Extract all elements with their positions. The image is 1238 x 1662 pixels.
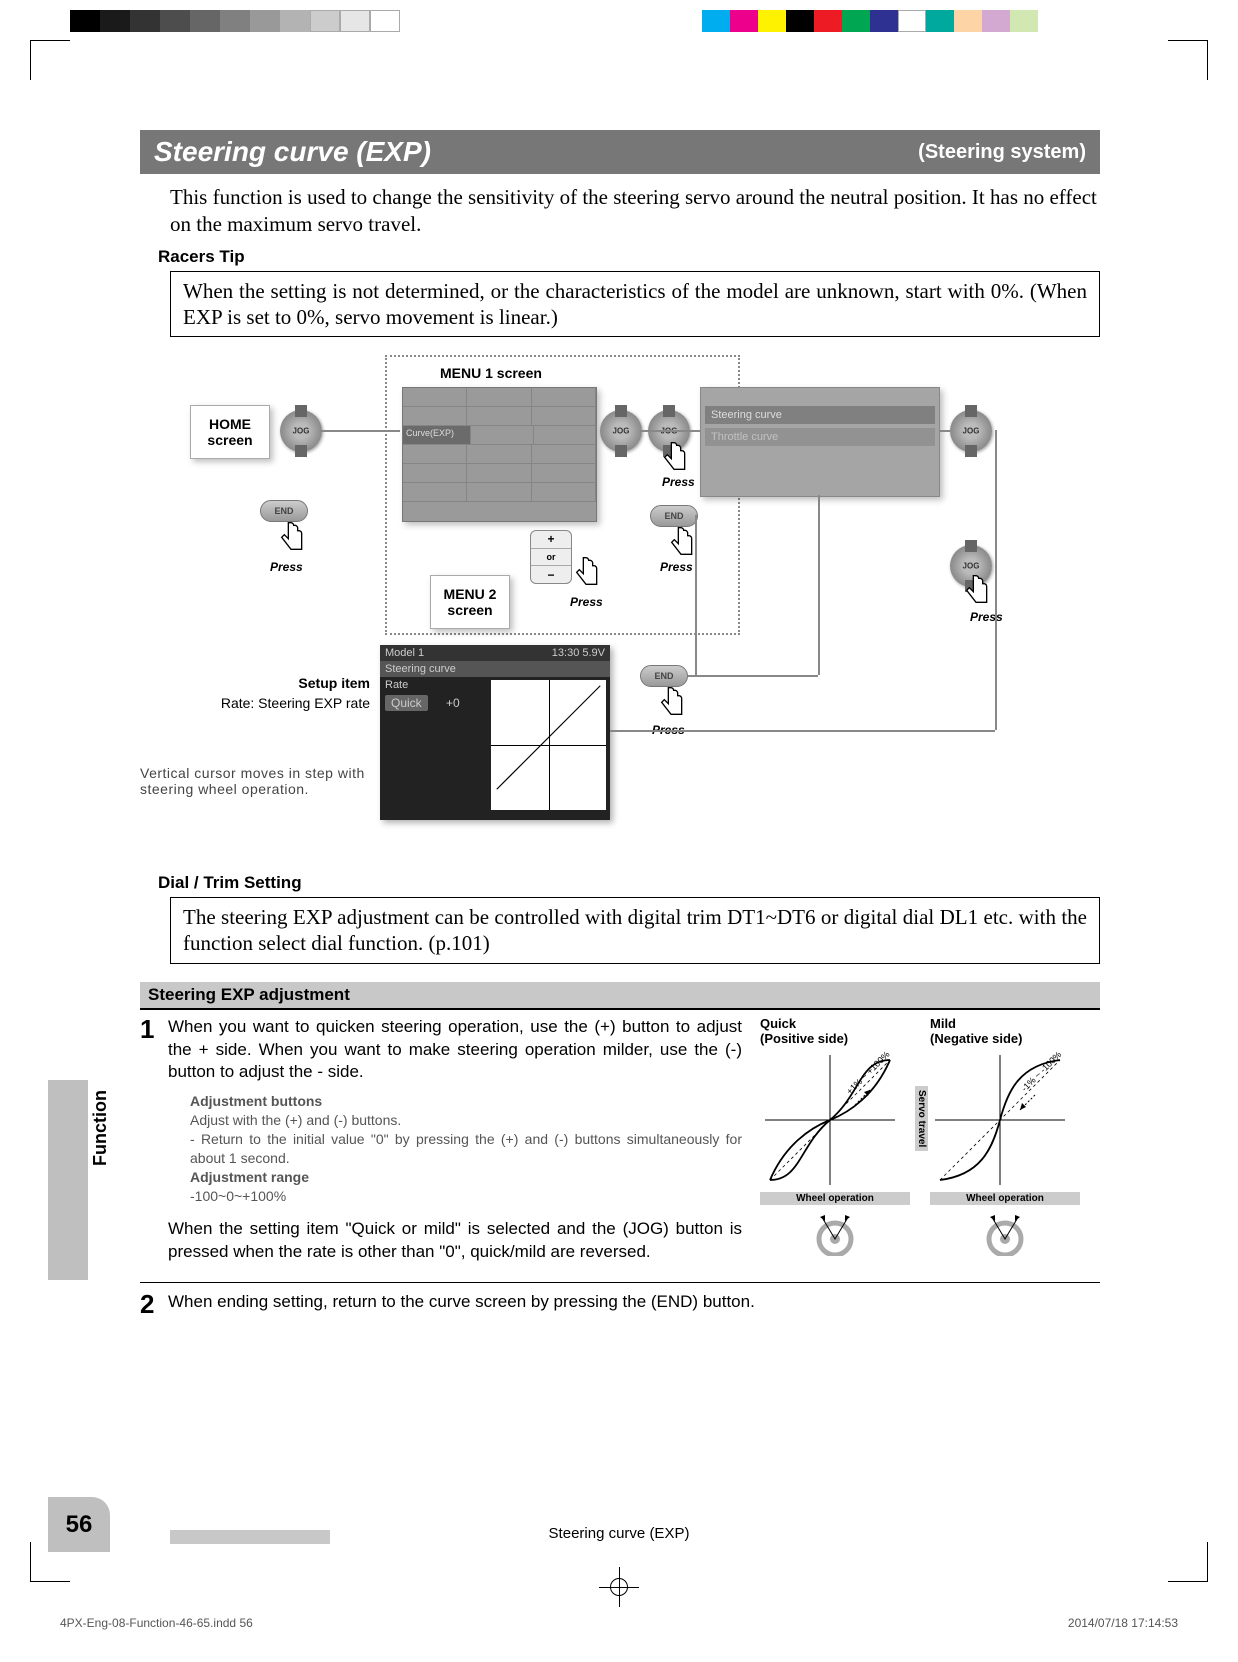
- setup-screen-thumb: Model 1 13:30 5.9V Steering curve Rate Q…: [380, 645, 610, 820]
- end-button-icon: END: [260, 500, 308, 522]
- plus-minus-button-icon: + or −: [530, 530, 572, 584]
- jog-icon: JOG: [600, 410, 642, 452]
- divider: [140, 1282, 1100, 1283]
- adjustment-buttons-note: Adjustment buttons Adjust with the (+) a…: [190, 1092, 742, 1205]
- setup-subtitle: Steering curve: [380, 661, 610, 677]
- jog-icon: JOG: [280, 410, 322, 452]
- end-button-icon: END: [650, 505, 698, 527]
- curve-diagrams: Quick (Positive side) +1% ~ +100%: [760, 1016, 1100, 1272]
- rate-value: +0: [446, 696, 460, 710]
- curve-exp-menu-item: Curve(EXP): [403, 426, 471, 444]
- wheel-op-label: Wheel operation: [760, 1192, 910, 1205]
- clock-voltage: 13:30 5.9V: [552, 647, 605, 659]
- hand-pointer-icon: [658, 440, 690, 480]
- intro-text: This function is used to change the sens…: [170, 184, 1100, 239]
- racers-tip-label: Racers Tip: [158, 247, 1100, 267]
- press-label: Press: [662, 475, 695, 489]
- crop-mark: [1168, 1542, 1208, 1582]
- hand-pointer-icon: [655, 685, 687, 725]
- menu1-label: MENU 1 screen: [440, 365, 542, 381]
- step-1b: When the setting item "Quick or mild" is…: [140, 1218, 742, 1264]
- step1b-text: When the setting item "Quick or mild" is…: [168, 1219, 742, 1261]
- home-screen-box: HOME screen: [190, 405, 270, 459]
- side-tab: [48, 1080, 88, 1280]
- or-label: or: [531, 549, 571, 567]
- crop-mark: [1168, 40, 1208, 80]
- dial-trim-box: The steering EXP adjustment can be contr…: [170, 897, 1100, 964]
- hand-pointer-icon: [665, 525, 697, 565]
- curve-menu-thumb: Steering curve Throttle curve: [700, 387, 940, 497]
- model-name: Model 1: [385, 647, 424, 659]
- quick-sublabel: (Positive side): [760, 1031, 910, 1046]
- servo-travel-label: Servo travel: [915, 1086, 928, 1151]
- page-number: 56: [48, 1497, 110, 1552]
- timestamp: 2014/07/18 17:14:53: [1068, 1616, 1178, 1630]
- steering-curve-row: Steering curve: [705, 406, 935, 424]
- throttle-curve-row: Throttle curve: [705, 428, 935, 446]
- racers-tip-box: When the setting is not determined, or t…: [170, 271, 1100, 338]
- footer-title: Steering curve (EXP): [549, 1525, 690, 1542]
- wheel-icon: [975, 1211, 1035, 1256]
- press-label: Press: [970, 610, 1003, 624]
- side-tab-label: Function: [90, 1090, 111, 1166]
- source-file: 4PX-Eng-08-Function-46-65.indd 56: [60, 1616, 253, 1630]
- jog-icon: JOG: [950, 410, 992, 452]
- mild-label: Mild: [930, 1016, 1080, 1031]
- printer-color-bars: [0, 10, 1238, 40]
- hand-pointer-icon: [275, 520, 307, 560]
- step-1: 1 When you want to quicken steering oper…: [140, 1016, 742, 1085]
- hand-pointer-icon: [960, 573, 992, 613]
- mild-curve-chart: -1% ~ -100%: [930, 1050, 1070, 1190]
- adjustment-header: Steering EXP adjustment: [140, 982, 1100, 1010]
- press-label: Press: [570, 595, 603, 609]
- quick-badge: Quick: [385, 695, 428, 711]
- step-number: 2: [140, 1287, 154, 1322]
- setup-graph: [491, 680, 606, 810]
- quick-curve-chart: +1% ~ +100%: [760, 1050, 900, 1190]
- step-number: 1: [140, 1012, 154, 1047]
- plus-label: +: [531, 531, 571, 549]
- press-label: Press: [270, 560, 303, 574]
- page-subtitle: (Steering system): [918, 141, 1086, 164]
- footer-bar: [170, 1530, 330, 1544]
- minus-range-label: -1% ~ -100%: [1019, 1050, 1063, 1093]
- dial-trim-label: Dial / Trim Setting: [158, 873, 1100, 893]
- wheel-icon: [805, 1211, 865, 1256]
- end-button-icon: END: [640, 665, 688, 687]
- navigation-diagram: MENU 1 screen HOME screen JOG Curve(EXP)…: [140, 345, 1100, 865]
- section-title-bar: Steering curve (EXP) (Steering system): [140, 130, 1100, 174]
- hand-pointer-icon: [570, 555, 602, 595]
- step2-text: When ending setting, return to the curve…: [168, 1292, 755, 1311]
- quick-label: Quick: [760, 1016, 910, 1031]
- minus-label: −: [531, 566, 571, 583]
- step-2: 2 When ending setting, return to the cur…: [140, 1291, 1100, 1314]
- setup-item-sub: Rate: Steering EXP rate: [140, 695, 370, 711]
- print-footer: 4PX-Eng-08-Function-46-65.indd 56 2014/0…: [60, 1616, 1178, 1630]
- setup-item-label: Setup item: [140, 675, 370, 691]
- page-title: Steering curve (EXP): [154, 136, 431, 168]
- registration-mark: [599, 1567, 639, 1607]
- cursor-note: Vertical cursor moves in step with steer…: [140, 765, 380, 797]
- press-label: Press: [660, 560, 693, 574]
- step1-text: When you want to quicken steering operat…: [168, 1017, 742, 1082]
- wheel-op-label: Wheel operation: [930, 1192, 1080, 1205]
- menu1-screen-thumb: Curve(EXP): [402, 387, 597, 522]
- menu2-screen-box: MENU 2 screen: [430, 575, 510, 629]
- menu2-label: MENU 2 screen: [444, 586, 497, 618]
- crop-mark: [30, 40, 70, 80]
- mild-sublabel: (Negative side): [930, 1031, 1080, 1046]
- home-screen-label: HOME screen: [207, 416, 252, 448]
